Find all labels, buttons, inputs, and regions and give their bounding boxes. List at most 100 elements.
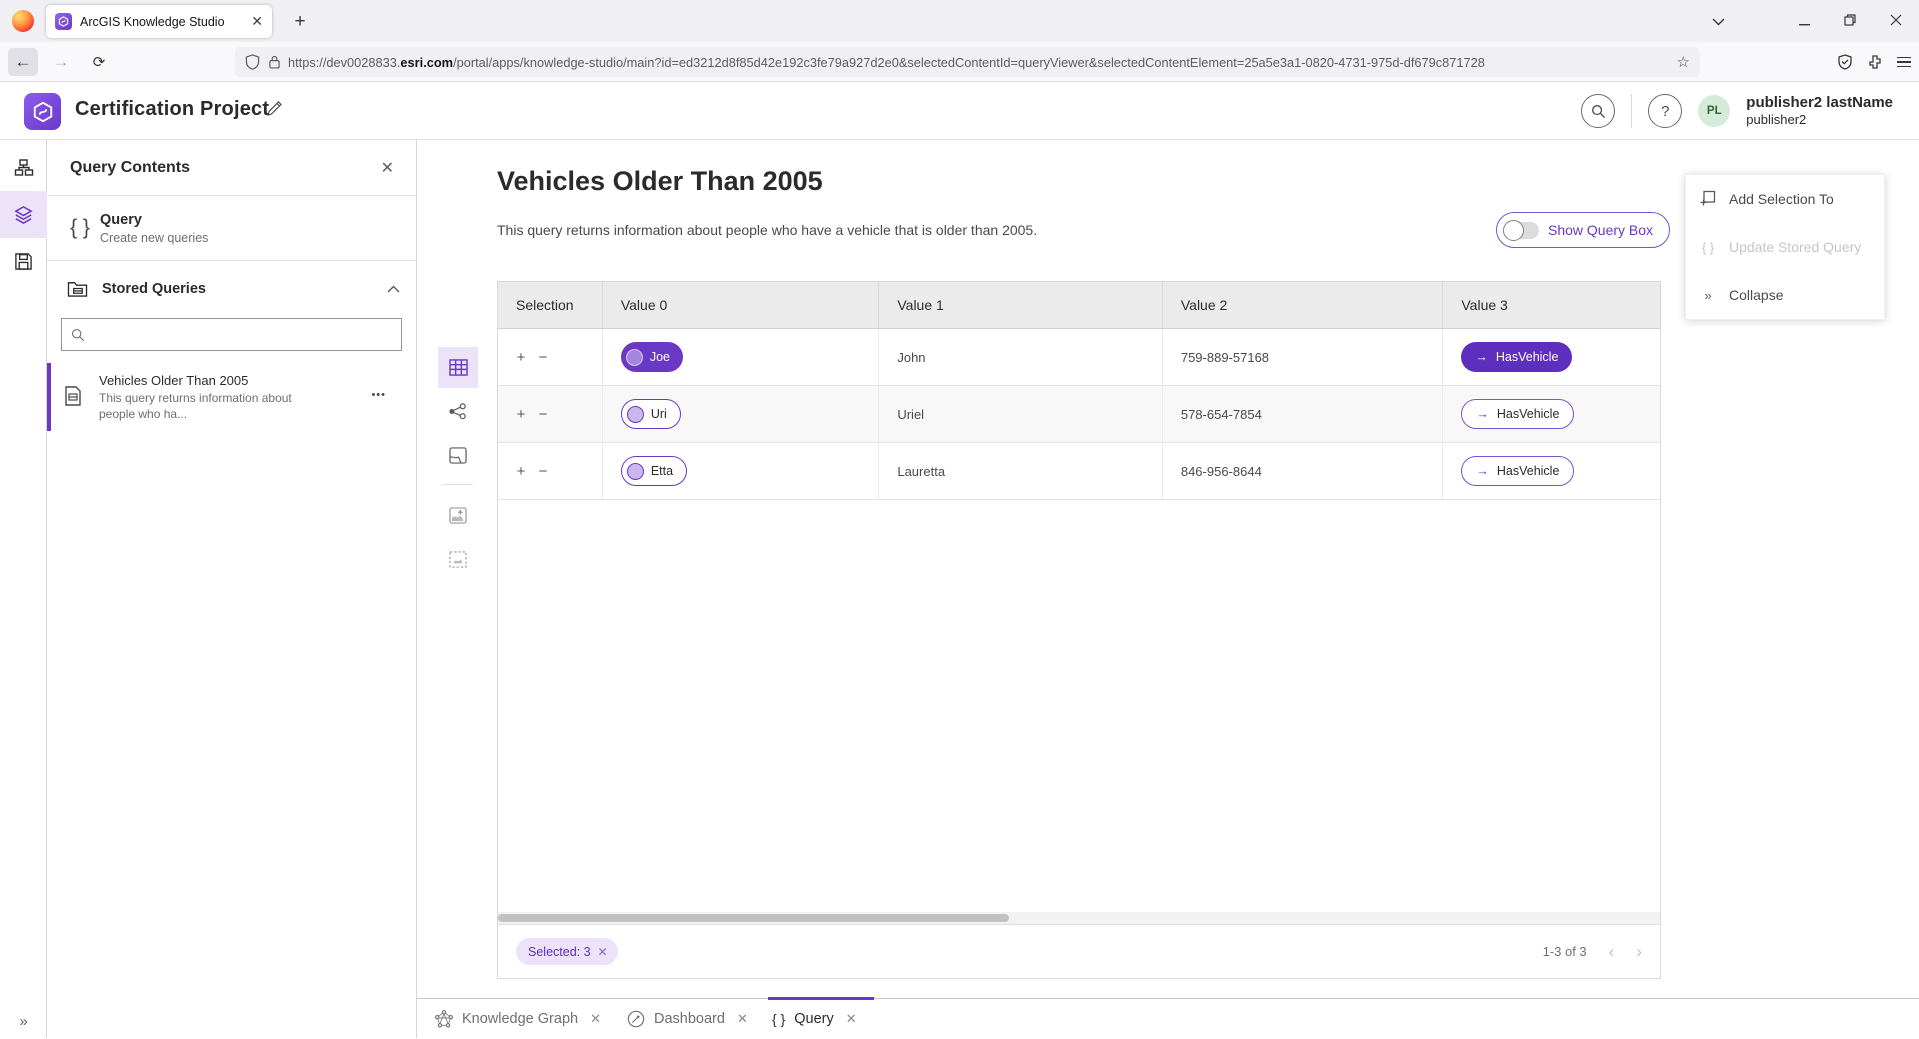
clear-selection-icon[interactable]: ✕ bbox=[598, 945, 608, 959]
forward-button[interactable]: → bbox=[46, 48, 76, 76]
back-button[interactable]: ← bbox=[8, 48, 38, 76]
table-view-icon[interactable] bbox=[438, 347, 478, 388]
new-tab-button[interactable]: + bbox=[287, 9, 313, 35]
entity-pill[interactable]: Etta bbox=[621, 456, 687, 486]
braces-icon: { } bbox=[1698, 240, 1718, 255]
expand-rail-icon[interactable]: » bbox=[0, 1013, 47, 1030]
scrollbar-thumb[interactable] bbox=[498, 914, 1009, 922]
query-create-item[interactable]: { } Query Create new queries bbox=[47, 196, 416, 261]
restore-button[interactable] bbox=[1827, 13, 1873, 29]
next-page-icon[interactable]: › bbox=[1636, 942, 1642, 962]
toggle-switch[interactable] bbox=[1505, 222, 1539, 239]
stored-query-title: Vehicles Older Than 2005 bbox=[99, 372, 292, 390]
close-tab-icon[interactable]: ✕ bbox=[846, 1011, 857, 1027]
arrow-icon: → bbox=[1476, 464, 1489, 478]
edit-title-icon[interactable] bbox=[266, 100, 283, 117]
project-title: Certification Project bbox=[75, 98, 269, 121]
tab-knowledge-graph[interactable]: Knowledge Graph ✕ bbox=[435, 999, 601, 1039]
expand-row-icon[interactable]: + bbox=[510, 349, 532, 366]
selection-context-menu: Add Selection To { } Update Stored Query… bbox=[1685, 174, 1885, 320]
menu-item-collapse[interactable]: » Collapse bbox=[1686, 271, 1884, 319]
arrow-icon: → bbox=[1476, 407, 1489, 421]
list-tabs-icon[interactable] bbox=[1695, 13, 1741, 29]
stored-queries-search-input[interactable] bbox=[92, 327, 392, 342]
link-chart-icon[interactable] bbox=[438, 391, 478, 432]
data-model-icon[interactable] bbox=[0, 144, 47, 191]
contents-layers-icon[interactable] bbox=[0, 191, 47, 238]
expand-row-icon[interactable]: + bbox=[510, 406, 532, 423]
url-text: https://dev0028833.esri.com/portal/apps/… bbox=[288, 55, 1667, 70]
account-shield-icon[interactable] bbox=[1837, 54, 1853, 70]
relationship-pill[interactable]: →HasVehicle bbox=[1461, 342, 1572, 372]
close-window-button[interactable] bbox=[1873, 13, 1919, 29]
url-bar[interactable]: https://dev0028833.esri.com/portal/apps/… bbox=[235, 47, 1700, 77]
close-tab-icon[interactable]: ✕ bbox=[590, 1011, 601, 1027]
column-header: Selection bbox=[498, 282, 603, 328]
user-avatar[interactable]: PL bbox=[1698, 95, 1730, 127]
column-header: Value 3 bbox=[1443, 282, 1660, 328]
stored-queries-header[interactable]: Stored Queries bbox=[47, 261, 416, 316]
cell-value: John bbox=[879, 329, 1163, 385]
show-query-box-toggle[interactable]: Show Query Box bbox=[1496, 212, 1670, 248]
panel-close-icon[interactable]: ✕ bbox=[375, 156, 400, 180]
stored-queries-search[interactable] bbox=[61, 318, 402, 351]
selected-indicator bbox=[47, 363, 51, 431]
lock-icon[interactable] bbox=[269, 55, 280, 69]
user-info[interactable]: publisher2 lastName publisher2 bbox=[1746, 94, 1893, 128]
tracking-shield-icon[interactable] bbox=[245, 54, 260, 70]
column-header: Value 0 bbox=[603, 282, 880, 328]
query-braces-icon: { } bbox=[60, 216, 100, 240]
user-role: publisher2 bbox=[1746, 112, 1893, 128]
stored-queries-title: Stored Queries bbox=[102, 281, 387, 297]
collapse-section-icon[interactable] bbox=[387, 285, 400, 293]
horizontal-scrollbar[interactable] bbox=[498, 912, 1660, 924]
extensions-icon[interactable] bbox=[1867, 54, 1883, 70]
add-to-map-icon[interactable] bbox=[438, 495, 478, 536]
cell-value: Lauretta bbox=[879, 443, 1163, 499]
map-view-icon[interactable] bbox=[438, 435, 478, 476]
search-icon[interactable] bbox=[1581, 94, 1615, 128]
firefox-icon[interactable] bbox=[12, 10, 34, 32]
range-label: 1-3 of 3 bbox=[1543, 944, 1587, 959]
relationship-pill[interactable]: →HasVehicle bbox=[1461, 456, 1574, 486]
entity-pill[interactable]: Joe bbox=[621, 342, 683, 372]
save-icon[interactable] bbox=[0, 238, 47, 285]
selected-count-chip[interactable]: Selected: 3 ✕ bbox=[516, 938, 618, 965]
tab-close-icon[interactable]: ✕ bbox=[251, 13, 263, 30]
panel-title: Query Contents bbox=[70, 159, 375, 177]
query-item-title: Query bbox=[100, 211, 208, 230]
entity-pill[interactable]: Uri bbox=[621, 399, 681, 429]
table-footer: Selected: 3 ✕ 1-3 of 3 ‹ › bbox=[498, 924, 1660, 978]
toolbar-divider bbox=[443, 484, 473, 485]
tab-title: ArcGIS Knowledge Studio bbox=[80, 15, 243, 29]
expand-row-icon[interactable]: + bbox=[510, 463, 532, 480]
reload-button[interactable]: ⟳ bbox=[84, 48, 114, 76]
relationship-pill[interactable]: →HasVehicle bbox=[1461, 399, 1574, 429]
browser-tab[interactable]: ArcGIS Knowledge Studio ✕ bbox=[46, 5, 272, 38]
menu-item-update-stored-query[interactable]: { } Update Stored Query bbox=[1686, 223, 1884, 271]
table-header: Selection Value 0 Value 1 Value 2 Value … bbox=[498, 282, 1660, 329]
collapse-row-icon[interactable]: − bbox=[532, 349, 554, 366]
browser-tabstrip: ArcGIS Knowledge Studio ✕ + bbox=[0, 0, 1919, 42]
menu-item-add-selection-to[interactable]: Add Selection To bbox=[1686, 175, 1884, 223]
folder-icon bbox=[67, 279, 88, 298]
bookmark-star-icon[interactable]: ☆ bbox=[1677, 53, 1690, 71]
item-options-icon[interactable]: ••• bbox=[371, 389, 386, 401]
close-tab-icon[interactable]: ✕ bbox=[737, 1011, 748, 1027]
collapse-row-icon[interactable]: − bbox=[532, 406, 554, 423]
new-map-from-selection-icon[interactable] bbox=[438, 539, 478, 580]
help-icon[interactable]: ? bbox=[1648, 94, 1682, 128]
previous-page-icon[interactable]: ‹ bbox=[1609, 942, 1615, 962]
cell-value: 578-654-7854 bbox=[1163, 386, 1444, 442]
left-rail: » bbox=[0, 140, 47, 1038]
result-description: This query returns information about peo… bbox=[497, 222, 1037, 238]
tab-dashboard[interactable]: Dashboard ✕ bbox=[627, 999, 748, 1039]
window-controls bbox=[1695, 0, 1919, 42]
toolbar-right-icons bbox=[1837, 48, 1911, 76]
collapse-row-icon[interactable]: − bbox=[532, 463, 554, 480]
menu-hamburger-icon[interactable] bbox=[1897, 54, 1911, 71]
app-header: Certification Project ? PL publisher2 la… bbox=[0, 82, 1919, 140]
stored-query-item[interactable]: Vehicles Older Than 2005 This query retu… bbox=[47, 363, 416, 431]
tab-query[interactable]: { } Query ✕ bbox=[772, 999, 857, 1039]
minimize-button[interactable] bbox=[1781, 13, 1827, 29]
